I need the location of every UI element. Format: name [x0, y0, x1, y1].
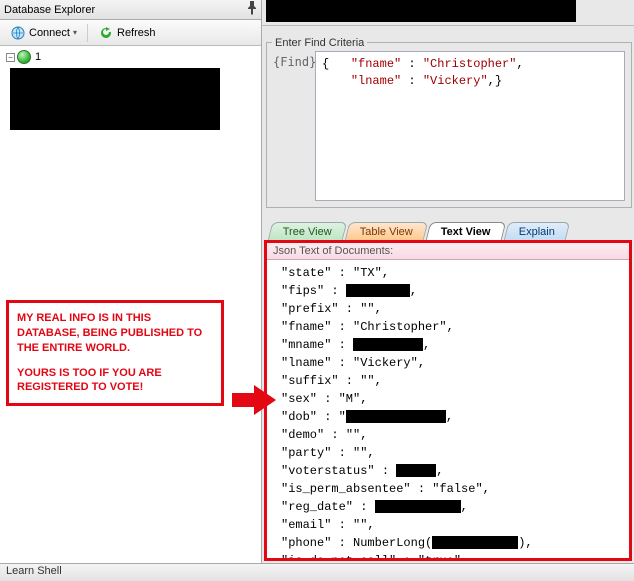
pin-icon[interactable] [247, 1, 257, 18]
redacted-value [346, 284, 410, 297]
json-line: "state" : "TX", [281, 264, 621, 282]
json-line: "demo" : "", [281, 426, 621, 444]
status-bar: Learn Shell [0, 563, 634, 581]
json-line: "dob" : ", [281, 408, 621, 426]
redacted-value [353, 338, 423, 351]
tab-explain[interactable]: Explain [503, 222, 570, 240]
chevron-down-icon: ▾ [73, 28, 77, 37]
json-line: "fips" : , [281, 282, 621, 300]
connection-tree[interactable]: − 1 MY REAL INFO IS IN THIS DATABASE, BE… [0, 46, 261, 563]
json-line: "reg_date" : , [281, 498, 621, 516]
json-line: "prefix" : "", [281, 300, 621, 318]
tab-text-view[interactable]: Text View [426, 222, 506, 240]
find-prompt-label: {Find} [273, 51, 311, 201]
json-line: "phone" : NumberLong(), [281, 534, 621, 552]
panel-titlebar: Database Explorer [0, 0, 261, 20]
redacted-toolbar [266, 0, 576, 22]
connect-button[interactable]: Connect ▾ [4, 23, 83, 43]
find-criteria-group: Enter Find Criteria {Find} { "fname" : "… [264, 30, 634, 208]
tree-root-row[interactable]: − 1 [6, 50, 255, 64]
toolbar-separator [87, 24, 88, 42]
connect-label: Connect [29, 27, 70, 39]
redacted-value [396, 464, 436, 477]
redacted-value [346, 410, 446, 423]
json-line: "sex" : "M", [281, 390, 621, 408]
redacted-tree-content [10, 68, 220, 130]
results-panel: Json Text of Documents: "state" : "TX","… [264, 240, 632, 561]
left-toolbar: Connect ▾ Refresh [0, 20, 261, 46]
redacted-value [375, 500, 461, 513]
results-tabs: Tree View Table View Text View Explain [262, 218, 634, 240]
tree-root-label: 1 [33, 51, 41, 63]
json-line: "email" : "", [281, 516, 621, 534]
find-query-editor[interactable]: { "fname" : "Christopher", "lname" : "Vi… [315, 51, 625, 201]
json-text-output[interactable]: "state" : "TX","fips" : ,"prefix" : "","… [267, 260, 629, 558]
note-line-1: MY REAL INFO IS IN THIS DATABASE, BEING … [17, 311, 213, 356]
json-line: "fname" : "Christopher", [281, 318, 621, 336]
tab-table-view[interactable]: Table View [345, 222, 428, 240]
redacted-value [432, 536, 518, 549]
refresh-icon [98, 25, 114, 41]
tree-collapse-icon[interactable]: − [6, 53, 15, 62]
refresh-label: Refresh [117, 27, 156, 39]
json-line: "voterstatus" : , [281, 462, 621, 480]
json-line: "party" : "", [281, 444, 621, 462]
find-group-label: Enter Find Criteria [272, 37, 367, 49]
refresh-button[interactable]: Refresh [92, 23, 162, 43]
globe-icon [17, 50, 31, 64]
results-title: Json Text of Documents: [267, 243, 629, 260]
right-toolbar [262, 0, 634, 26]
tab-tree-view[interactable]: Tree View [268, 222, 347, 240]
query-panel: Enter Find Criteria {Find} { "fname" : "… [262, 0, 634, 563]
note-line-2: YOURS IS TOO IF YOU ARE REGISTERED TO VO… [17, 366, 213, 396]
json-line: "is_do_not_call" : "true", [281, 552, 621, 558]
panel-title-text: Database Explorer [4, 4, 95, 16]
connect-icon [10, 25, 26, 41]
json-line: "suffix" : "", [281, 372, 621, 390]
database-explorer-panel: Database Explorer Connect ▾ Refresh [0, 0, 262, 563]
json-line: "lname" : "Vickery", [281, 354, 621, 372]
json-line: "mname" : , [281, 336, 621, 354]
annotation-note: MY REAL INFO IS IN THIS DATABASE, BEING … [6, 300, 224, 406]
status-learn-shell[interactable]: Learn Shell [6, 565, 62, 577]
json-line: "is_perm_absentee" : "false", [281, 480, 621, 498]
